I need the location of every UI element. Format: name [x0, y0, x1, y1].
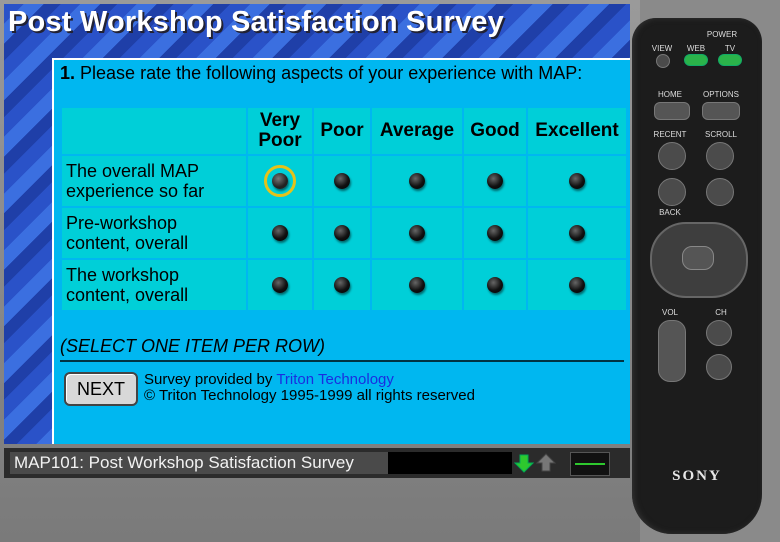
tv-label: TV: [724, 44, 736, 53]
table-row: The overall MAP experience so far: [62, 156, 626, 206]
row-label: The overall MAP experience so far: [62, 156, 246, 206]
column-header: Average: [372, 108, 462, 154]
copyright-text: © Triton Technology 1995-1999 all rights…: [144, 387, 475, 404]
next-button[interactable]: NEXT: [64, 372, 138, 406]
radio-button-icon[interactable]: [272, 276, 288, 293]
row-label: Pre-workshop content, overall: [62, 208, 246, 258]
question-text: 1. Please rate the following aspects of …: [60, 64, 620, 83]
credit-prefix: Survey provided by: [144, 371, 277, 388]
radio-button-icon[interactable]: [487, 276, 503, 293]
channel-up-button[interactable]: [706, 320, 732, 346]
radio-button-icon[interactable]: [487, 224, 503, 241]
radio-button-icon[interactable]: [569, 224, 585, 241]
radio-button-icon[interactable]: [334, 172, 350, 189]
tv-button[interactable]: [718, 54, 742, 66]
ch-label: CH: [715, 308, 727, 317]
radio-button-icon[interactable]: [487, 172, 503, 189]
view-label: VIEW: [651, 44, 673, 53]
column-header: Very Poor: [248, 108, 312, 154]
radio-button-icon[interactable]: [264, 164, 296, 197]
brand-logo: SONY: [672, 468, 722, 484]
status-bar: MAP101: Post Workshop Satisfaction Surve…: [4, 448, 630, 478]
credit-text: Survey provided by Triton Technology © T…: [144, 372, 475, 404]
up-arrow-icon[interactable]: [536, 453, 556, 473]
tv-frame: Post Workshop Satisfaction Survey 1. Ple…: [0, 0, 640, 542]
radio-button-icon[interactable]: [272, 224, 288, 241]
power-label: POWER: [706, 30, 738, 39]
status-field: [388, 452, 512, 474]
recent-label: RECENT: [653, 130, 687, 139]
radio-button-icon[interactable]: [569, 276, 585, 293]
question-number: 1.: [60, 63, 76, 83]
view-button[interactable]: [656, 54, 670, 68]
channel-down-button[interactable]: [706, 354, 732, 380]
down-arrow-icon[interactable]: [514, 453, 534, 473]
radio-button-icon[interactable]: [334, 276, 350, 293]
instruction-text: (SELECT ONE ITEM PER ROW): [60, 336, 326, 356]
rating-table: Very Poor Poor Average Good Excellent Th…: [60, 106, 628, 312]
column-header: Poor: [314, 108, 370, 154]
screen: Post Workshop Satisfaction Survey 1. Ple…: [4, 4, 630, 444]
radio-button-icon[interactable]: [409, 172, 425, 189]
vol-label: VOL: [661, 308, 678, 317]
dpad-center-button[interactable]: [682, 246, 714, 270]
triton-link[interactable]: Triton Technology: [276, 371, 394, 388]
scroll-label: SCROLL: [704, 130, 737, 139]
recent-button[interactable]: [658, 142, 686, 170]
divider: [60, 360, 624, 362]
options-button[interactable]: [702, 102, 740, 120]
status-text: MAP101: Post Workshop Satisfaction Surve…: [10, 452, 394, 474]
table-row: The workshop content, overall: [62, 260, 626, 310]
options-label: OPTIONS: [702, 90, 739, 99]
back-button[interactable]: [658, 178, 686, 206]
radio-button-icon[interactable]: [334, 224, 350, 241]
scroll-up-button[interactable]: [706, 142, 734, 170]
home-label: HOME: [658, 90, 682, 99]
column-header: Good: [464, 108, 526, 154]
corner-cell: [62, 108, 246, 154]
radio-button-icon[interactable]: [569, 172, 585, 189]
column-header: Excellent: [528, 108, 626, 154]
row-label: The workshop content, overall: [62, 260, 246, 310]
question-body: Please rate the following aspects of you…: [80, 63, 583, 83]
radio-button-icon[interactable]: [409, 224, 425, 241]
web-button[interactable]: [684, 54, 708, 66]
signal-indicator: [570, 452, 610, 476]
radio-button-icon[interactable]: [409, 276, 425, 293]
volume-rocker[interactable]: [658, 320, 686, 382]
survey-panel: 1. Please rate the following aspects of …: [52, 58, 630, 444]
table-row: Pre-workshop content, overall: [62, 208, 626, 258]
back-label: BACK: [659, 208, 681, 217]
scroll-down-button[interactable]: [706, 178, 734, 206]
page-title: Post Workshop Satisfaction Survey: [8, 6, 504, 38]
remote-control: POWER VIEW WEB TV HOME OPTIONS RECENT SC…: [632, 18, 762, 534]
web-label: WEB: [686, 44, 706, 53]
home-button[interactable]: [654, 102, 690, 120]
